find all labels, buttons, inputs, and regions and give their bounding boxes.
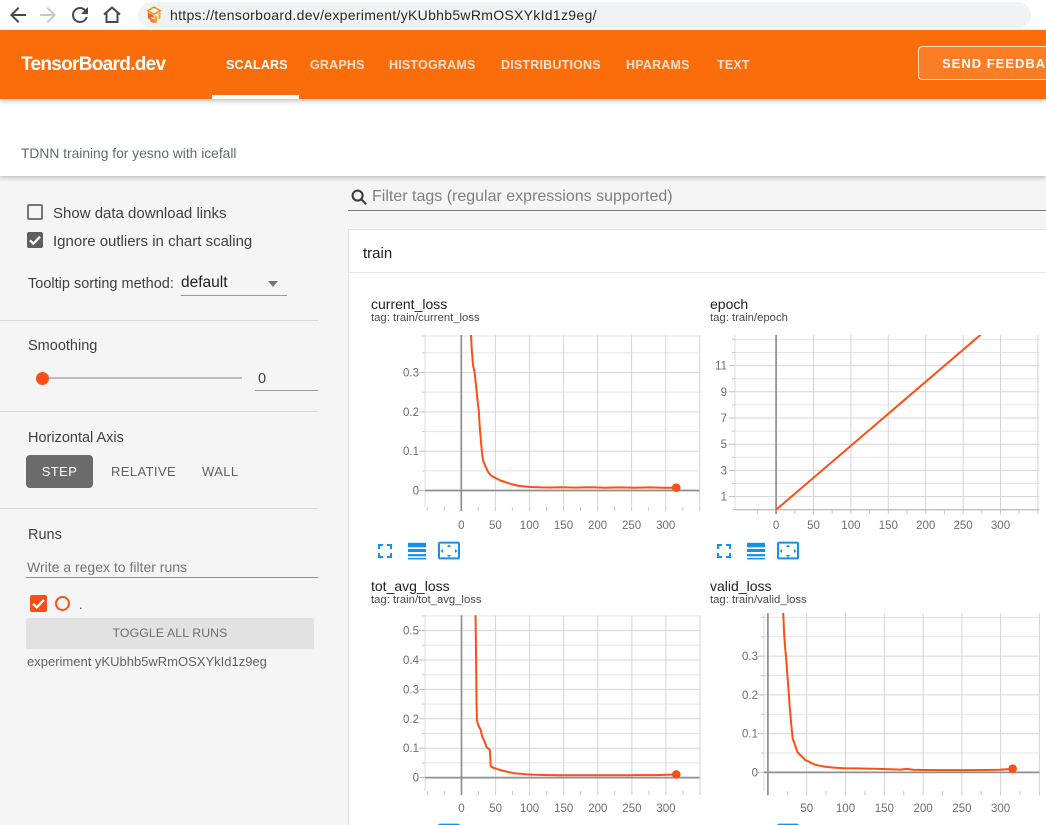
svg-text:150: 150 bbox=[879, 520, 898, 532]
svg-text:1: 1 bbox=[721, 492, 727, 504]
svg-text:300: 300 bbox=[656, 803, 675, 815]
svg-text:250: 250 bbox=[622, 520, 641, 532]
svg-text:0.2: 0.2 bbox=[742, 690, 758, 702]
svg-text:0: 0 bbox=[752, 767, 758, 779]
svg-text:250: 250 bbox=[954, 520, 973, 532]
svg-text:5: 5 bbox=[721, 439, 727, 451]
svg-text:0.3: 0.3 bbox=[403, 368, 419, 380]
svg-text:0.2: 0.2 bbox=[403, 714, 419, 726]
svg-text:0: 0 bbox=[458, 520, 464, 532]
svg-text:0.3: 0.3 bbox=[403, 684, 419, 696]
svg-text:250: 250 bbox=[622, 803, 641, 815]
svg-text:9: 9 bbox=[721, 387, 727, 399]
svg-text:250: 250 bbox=[952, 803, 971, 815]
svg-text:0.1: 0.1 bbox=[403, 743, 419, 755]
svg-text:0.4: 0.4 bbox=[403, 655, 420, 667]
svg-text:50: 50 bbox=[800, 803, 813, 815]
svg-text:100: 100 bbox=[841, 520, 860, 532]
svg-text:0.3: 0.3 bbox=[742, 651, 758, 663]
svg-text:7: 7 bbox=[721, 413, 727, 425]
svg-text:200: 200 bbox=[914, 803, 933, 815]
svg-text:50: 50 bbox=[489, 520, 502, 532]
svg-text:100: 100 bbox=[836, 803, 855, 815]
svg-text:150: 150 bbox=[554, 803, 573, 815]
svg-text:150: 150 bbox=[875, 803, 894, 815]
svg-text:0.5: 0.5 bbox=[403, 626, 419, 638]
svg-text:0.1: 0.1 bbox=[403, 446, 419, 458]
svg-text:0: 0 bbox=[773, 520, 779, 532]
svg-text:50: 50 bbox=[489, 803, 502, 815]
svg-text:3: 3 bbox=[721, 465, 727, 477]
svg-text:50: 50 bbox=[807, 520, 820, 532]
svg-text:0.2: 0.2 bbox=[403, 407, 419, 419]
svg-text:300: 300 bbox=[656, 520, 675, 532]
svg-text:11: 11 bbox=[715, 361, 727, 373]
svg-text:200: 200 bbox=[916, 520, 935, 532]
svg-text:0.1: 0.1 bbox=[742, 729, 758, 741]
svg-text:200: 200 bbox=[588, 520, 607, 532]
svg-text:0: 0 bbox=[413, 486, 419, 498]
svg-text:150: 150 bbox=[554, 520, 573, 532]
svg-text:100: 100 bbox=[520, 520, 539, 532]
svg-text:200: 200 bbox=[588, 803, 607, 815]
svg-text:0: 0 bbox=[413, 773, 419, 785]
svg-text:300: 300 bbox=[991, 520, 1010, 532]
svg-text:0: 0 bbox=[458, 803, 464, 815]
svg-text:300: 300 bbox=[991, 803, 1010, 815]
svg-text:100: 100 bbox=[520, 803, 539, 815]
